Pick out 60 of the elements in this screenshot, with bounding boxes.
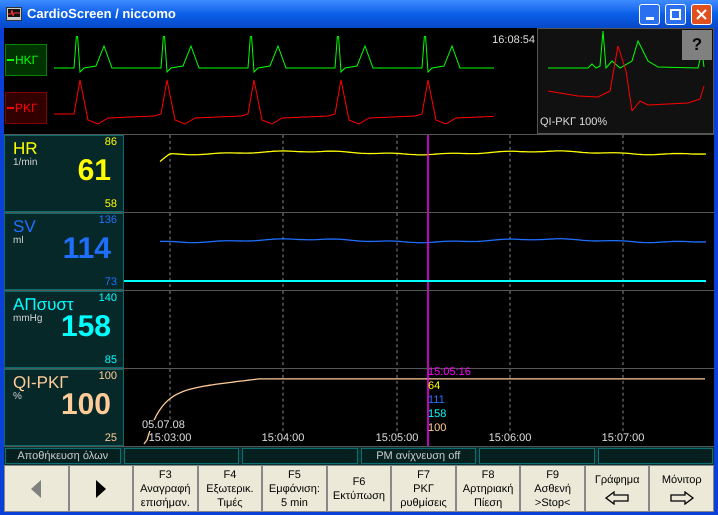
unit-label: 1/min: [13, 158, 38, 168]
parameter-label: ΑΠσυστ: [13, 296, 74, 313]
scale-min: 85: [104, 355, 117, 366]
unit-label: ml: [13, 236, 24, 246]
close-button[interactable]: [691, 4, 712, 24]
maximize-icon: [670, 8, 681, 20]
right-arrow-icon: [96, 480, 106, 498]
arrow-button[interactable]: [68, 465, 134, 512]
function-key-button[interactable]: F9 Ασθενή >Stop<: [520, 465, 585, 512]
scale-min: 58: [104, 199, 117, 210]
cursor-reading: 111: [428, 393, 446, 407]
scale-min: 25: [104, 433, 117, 444]
right-arrow-icon: [670, 490, 694, 504]
minimize-button[interactable]: [639, 4, 660, 24]
unit-label: %: [13, 392, 22, 402]
parameter-value: 158: [60, 312, 111, 342]
function-key-button[interactable]: F7 ΡΚΓ ρυθμίσεις: [391, 465, 456, 512]
function-key-button[interactable]: F4 Εξωτερικ. Τιμές: [198, 465, 262, 512]
cursor-reading: 64: [428, 379, 442, 393]
close-icon: [696, 8, 707, 20]
parameter-value: 114: [62, 234, 111, 264]
parameter-label: QI-ΡΚΓ: [13, 374, 69, 391]
time-tick: 15:07:00: [602, 433, 644, 444]
clock-time: 16:08:54: [492, 33, 535, 48]
function-key-button[interactable]: F3 Αναγραφή επισήμαν.: [133, 465, 198, 512]
scale-max: 140: [98, 293, 117, 304]
lead-label: ΡΚΓ: [15, 100, 38, 117]
view-button[interactable]: Μόνιτορ: [649, 465, 714, 512]
minimize-icon: [646, 16, 654, 20]
view-button[interactable]: Γράφημα: [584, 465, 650, 512]
time-tick: 15:04:00: [262, 433, 304, 444]
parameter-label: SV: [13, 218, 36, 235]
help-button[interactable]: ?: [682, 30, 712, 60]
date-label: 05.07.08: [142, 420, 185, 431]
scale-max: 136: [98, 215, 117, 226]
parameter-label: HR: [13, 140, 38, 157]
window-title: CardioScreen / niccomo: [27, 5, 176, 24]
scale-max: 100: [98, 371, 117, 382]
time-tick: 15:06:00: [488, 433, 532, 444]
function-key-button[interactable]: F8 Αρτηριακή Πίεση: [456, 465, 520, 512]
lead-label: ΗΚΓ: [15, 52, 38, 69]
status-cell: Αποθήκευση όλων: [5, 448, 120, 464]
app-icon: [6, 7, 22, 21]
parameter-value: 100: [60, 390, 111, 420]
scale-min: 73: [104, 277, 117, 288]
parameter-value: 61: [78, 156, 111, 186]
time-tick: 15:03:00: [148, 433, 192, 444]
cursor-reading: 158: [428, 407, 448, 421]
inset-caption: QI-ΡΚΓ 100%: [540, 114, 608, 130]
unit-label: mmHg: [13, 314, 42, 324]
left-arrow-icon: [31, 480, 42, 498]
status-cell: PM ανίχνευση off: [360, 448, 476, 464]
maximize-button[interactable]: [665, 4, 686, 24]
cursor-reading: 100: [428, 421, 448, 435]
function-key-button[interactable]: F5 Εμφάνιση: 5 min: [262, 465, 327, 512]
function-key-button[interactable]: F6 Εκτύπωση: [326, 465, 392, 512]
cursor-time: 15:05:16: [428, 365, 471, 379]
scale-max: 86: [104, 137, 117, 148]
left-arrow-icon: [605, 490, 630, 504]
time-tick: 15:05:00: [376, 433, 418, 444]
